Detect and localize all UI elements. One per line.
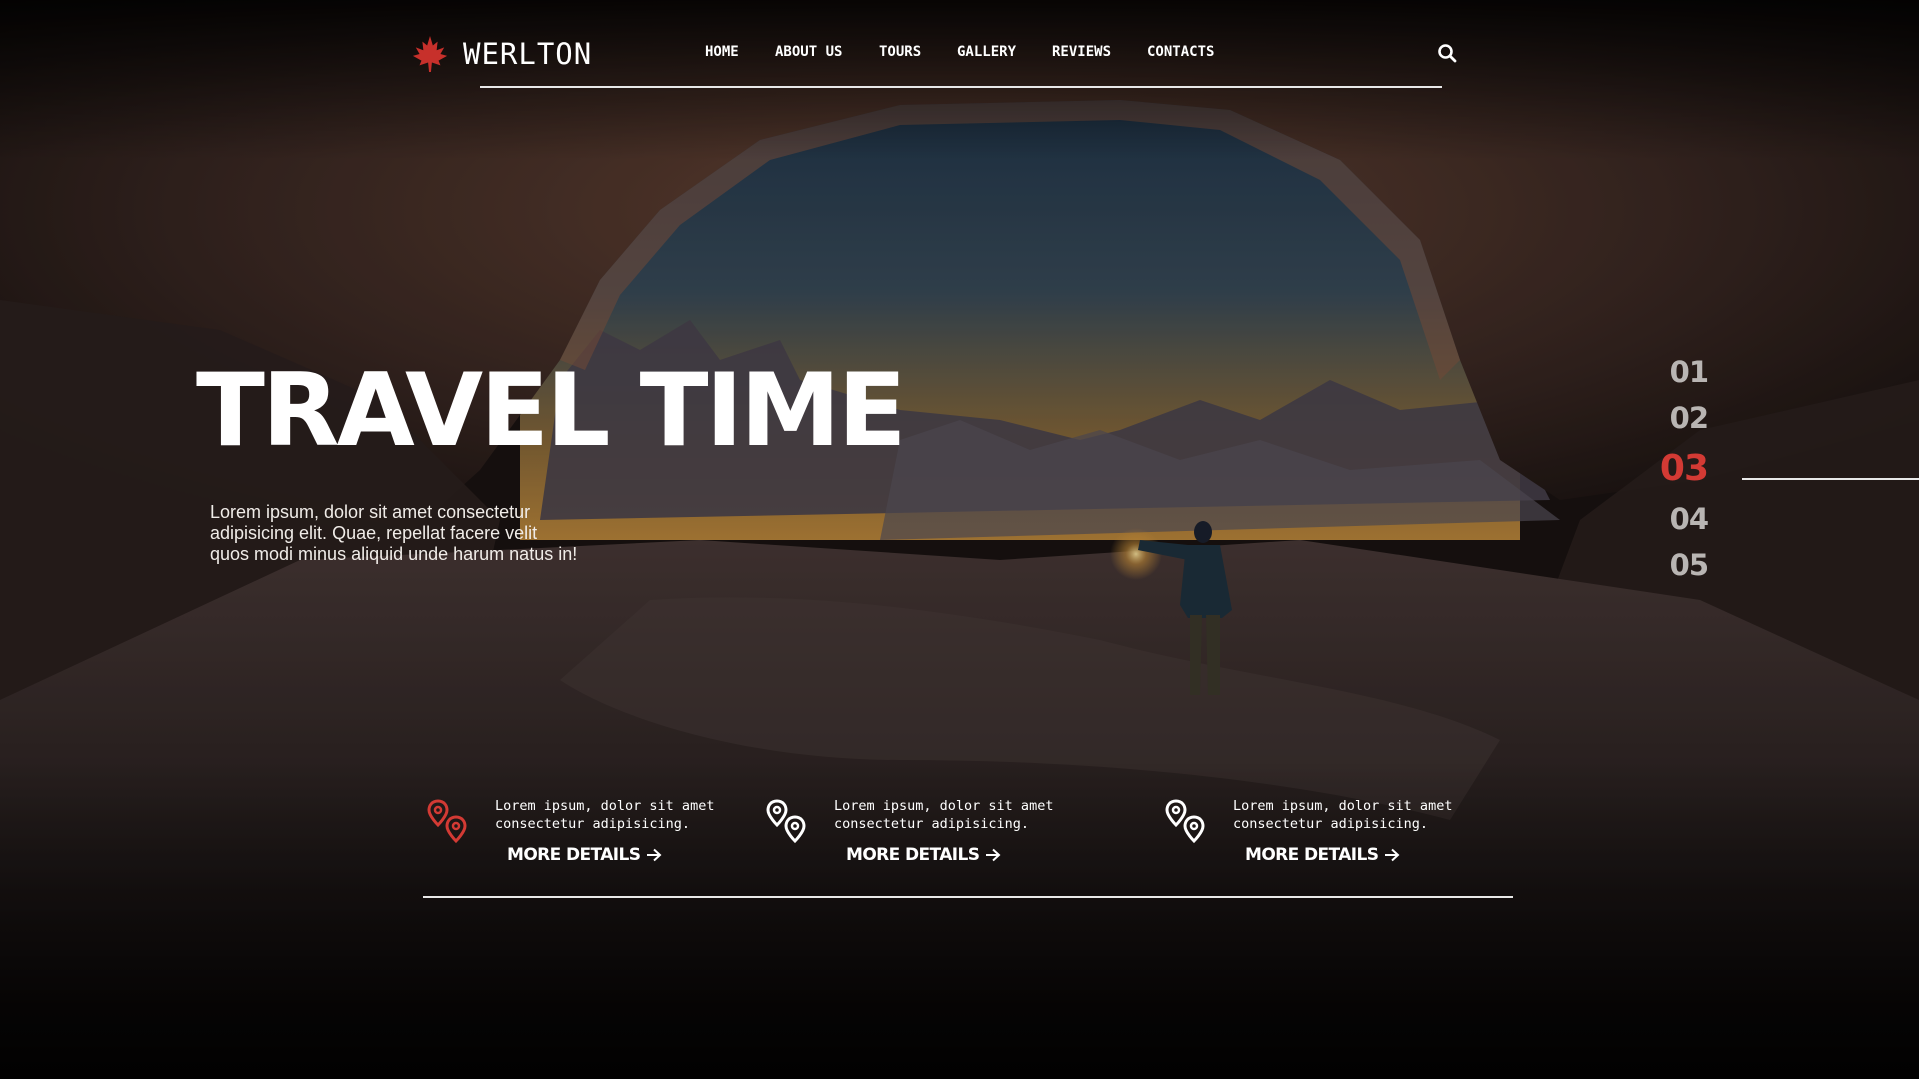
brand-name: WERLTON	[463, 37, 593, 71]
feature-text: Lorem ipsum, dolor sit amet consectetur …	[495, 798, 715, 832]
location-pins-icon	[1165, 799, 1205, 844]
features-divider	[423, 896, 1513, 898]
slide-number-03-active[interactable]: 03	[1660, 448, 1709, 489]
header-divider	[480, 86, 1442, 88]
nav-item-gallery[interactable]: GALLERY	[957, 44, 1016, 60]
search-icon[interactable]	[1437, 43, 1457, 63]
slide-number-01[interactable]: 01	[1670, 355, 1709, 389]
slide-number-04[interactable]: 04	[1670, 502, 1709, 536]
location-pins-icon	[427, 799, 467, 844]
more-details-link[interactable]: MORE DETAILS	[846, 845, 1001, 865]
more-details-link[interactable]: MORE DETAILS	[1245, 845, 1400, 865]
feature-text: Lorem ipsum, dolor sit amet consectetur …	[1233, 798, 1453, 832]
arrow-right-icon	[647, 848, 662, 862]
nav-item-about-us[interactable]: ABOUT US	[775, 44, 842, 60]
feature-card-1: Lorem ipsum, dolor sit amet consectetur …	[427, 795, 757, 870]
feature-card-3: Lorem ipsum, dolor sit amet consectetur …	[1165, 795, 1495, 870]
slide-number-05[interactable]: 05	[1670, 548, 1709, 582]
arrow-right-icon	[1385, 848, 1400, 862]
more-details-link[interactable]: MORE DETAILS	[507, 845, 662, 865]
hero-description: Lorem ipsum, dolor sit amet consectetur …	[210, 502, 578, 564]
hero-title: TRAVEL TIME	[196, 351, 907, 469]
location-pins-icon	[766, 799, 806, 844]
nav-item-contacts[interactable]: CONTACTS	[1147, 44, 1214, 60]
more-details-label: MORE DETAILS	[846, 845, 980, 865]
nav-item-reviews[interactable]: REVIEWS	[1052, 44, 1111, 60]
feature-text: Lorem ipsum, dolor sit amet consectetur …	[834, 798, 1054, 832]
feature-card-2: Lorem ipsum, dolor sit amet consectetur …	[766, 795, 1096, 870]
more-details-label: MORE DETAILS	[1245, 845, 1379, 865]
active-slide-line	[1742, 478, 1919, 480]
nav-item-home[interactable]: HOME	[705, 44, 739, 60]
brand-logo[interactable]: WERLTON	[411, 34, 592, 74]
slide-number-02[interactable]: 02	[1670, 401, 1709, 435]
maple-leaf-icon	[412, 35, 448, 73]
more-details-label: MORE DETAILS	[507, 845, 641, 865]
nav-item-tours[interactable]: TOURS	[879, 44, 921, 60]
arrow-right-icon	[986, 848, 1001, 862]
